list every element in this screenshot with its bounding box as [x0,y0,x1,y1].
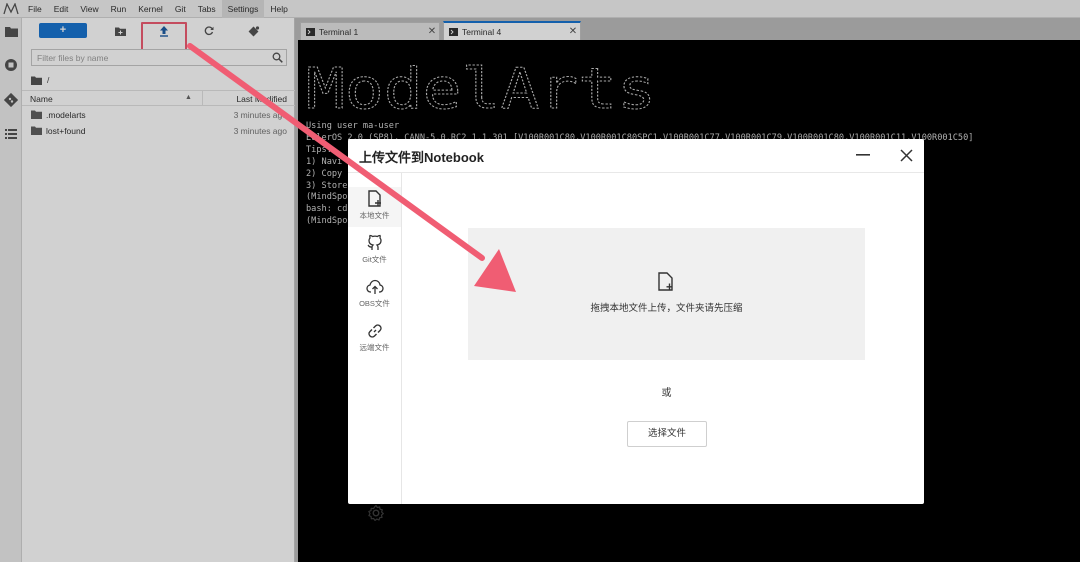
menu-file[interactable]: File [22,0,48,18]
menu-git[interactable]: Git [169,0,192,18]
link-icon [368,324,382,338]
drop-zone-text: 拖拽本地文件上传，文件夹请先压缩 [590,303,743,314]
nav-remote-file[interactable]: 远端文件 [348,319,401,359]
folder-icon [31,110,42,119]
terminal-icon [449,27,458,36]
cloud-upload-icon [366,279,384,294]
upload-dialog: 上传文件到Notebook 本地文件 Git文件 OBS文件 远端文件 拖拽本地… [348,139,924,521]
dialog-divider [348,172,924,173]
file-filter-box [31,49,287,66]
menu-help[interactable]: Help [264,0,293,18]
breadcrumb: / [31,73,49,87]
activity-bar [0,18,22,562]
nav-git-file[interactable]: Git文件 [348,231,401,271]
column-header-last-modified[interactable]: Last Modified [236,94,287,104]
nav-local-file[interactable]: 本地文件 [348,187,401,227]
dialog-title: 上传文件到Notebook [359,150,484,165]
terminal-line: Using user ma-user [306,121,400,131]
tab-terminal-4[interactable]: Terminal 4 ✕ [443,21,581,40]
or-separator-text: 或 [661,388,672,399]
modelarts-ascii-banner: ModelArts [306,57,657,117]
file-drop-zone[interactable]: 拖拽本地文件上传，文件夹请先压缩 [468,228,865,360]
column-header-name[interactable]: Name [30,94,53,104]
choose-file-button[interactable]: 选择文件 [627,421,707,447]
menu-view[interactable]: View [74,0,104,18]
file-modified: 3 minutes ago [233,110,287,120]
nav-label: Git文件 [362,255,387,264]
search-icon [272,52,283,63]
folder-icon[interactable] [3,23,19,39]
file-name: .modelarts [46,110,86,120]
refresh-icon[interactable] [202,24,216,38]
file-name: lost+found [46,126,86,136]
menu-tabs[interactable]: Tabs [192,0,222,18]
folder-icon [31,126,42,135]
file-modified: 3 minutes ago [233,126,287,136]
sort-ascending-icon: ▲ [185,94,192,101]
table-of-contents-icon[interactable] [3,126,19,142]
close-icon[interactable]: ✕ [566,26,580,37]
github-icon [367,234,382,250]
menu-kernel[interactable]: Kernel [132,0,169,18]
settings-gear-icon[interactable] [367,504,385,522]
file-add-icon [368,190,381,207]
column-divider[interactable] [202,91,203,106]
close-icon[interactable]: ✕ [425,26,439,37]
banner-text: ModelArts [306,57,656,116]
tab-bar: Terminal 1 ✕ Terminal 4 ✕ [298,18,1080,40]
tab-label: Terminal 4 [462,26,502,37]
nav-obs-file[interactable]: OBS文件 [348,275,401,315]
new-launcher-button[interactable]: + [39,23,87,38]
home-folder-icon[interactable] [31,76,42,85]
new-folder-icon[interactable] [113,24,127,38]
terminal-icon [306,27,315,36]
menu-settings[interactable]: Settings [221,0,265,18]
menu-edit[interactable]: Edit [48,0,75,18]
close-icon[interactable] [896,146,916,164]
nav-label: 远端文件 [359,343,390,352]
minimize-icon[interactable] [853,147,873,163]
file-add-icon [658,272,673,291]
file-list-header: Name ▲ Last Modified [22,90,295,106]
upload-source-nav: 本地文件 Git文件 OBS文件 远端文件 [348,173,402,521]
upload-highlight-box [141,22,187,52]
nav-label: 本地文件 [359,211,390,220]
nav-label: OBS文件 [359,299,390,308]
file-row[interactable]: .modelarts 3 minutes ago [22,107,295,123]
menu-run[interactable]: Run [105,0,133,18]
menu-bar: File Edit View Run Kernel Git Tabs Setti… [0,0,1080,18]
git-icon[interactable] [3,92,19,108]
tab-label: Terminal 1 [319,26,359,37]
file-browser-toolbar: + [22,18,295,52]
git-clone-icon[interactable] [247,24,261,38]
tab-terminal-1[interactable]: Terminal 1 ✕ [300,22,440,40]
running-icon[interactable] [3,57,19,73]
file-row[interactable]: lost+found 3 minutes ago [22,123,295,139]
file-browser: + / Name ▲ Last Modified .modelarts 3 mi… [22,18,295,562]
jupyter-logo-icon [0,0,22,18]
file-filter-input[interactable] [32,50,268,65]
breadcrumb-root[interactable]: / [47,75,49,85]
